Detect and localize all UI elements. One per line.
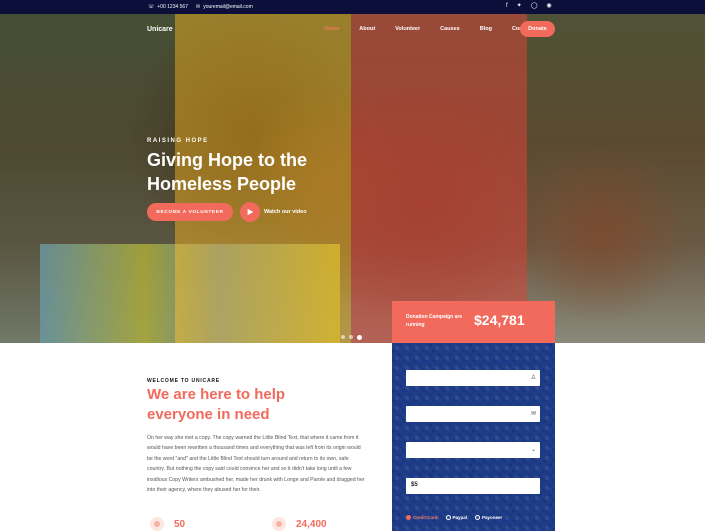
dribbble-icon[interactable]: ◉ <box>546 3 551 10</box>
play-video-button[interactable] <box>240 202 260 222</box>
payment-credit-card[interactable]: Credit Card <box>406 515 438 520</box>
nav-item-blog[interactable]: Blog <box>480 26 492 32</box>
slider-dot[interactable] <box>349 335 353 339</box>
watch-video-link[interactable]: Watch our video <box>264 209 307 215</box>
email-contact[interactable]: ✉ youremail@email.com <box>196 4 253 10</box>
play-icon <box>247 208 254 216</box>
main-nav: Unicare Home About Volunteer Causes Blog… <box>0 14 705 44</box>
become-volunteer-button[interactable]: BECOME A VOLUNTEER <box>147 203 233 221</box>
stat-number: 24,400 <box>296 518 327 530</box>
slider-dot[interactable] <box>341 335 345 339</box>
donation-campaign-banner: Donation Campaign are running $24,781 <box>392 301 555 343</box>
payment-credit-card-label: Credit Card <box>413 515 438 520</box>
payment-payoneer[interactable]: Payoneer <box>475 515 502 520</box>
hero-title: Giving Hope to the Homeless People <box>147 150 307 194</box>
brand-logo[interactable]: Unicare <box>147 26 173 33</box>
slider-dots <box>341 335 362 340</box>
payment-methods: Credit Card Paypal Payoneer <box>406 515 502 520</box>
amount-value: $5 <box>411 482 418 488</box>
mail-icon: ✉ <box>530 411 536 417</box>
hero-eyebrow: RAISING HOPE <box>147 138 209 144</box>
contact-info: ☏ +00 1234 567 ✉ youremail@email.com <box>148 4 253 10</box>
email-address: youremail@email.com <box>203 4 253 10</box>
payment-method-label: PAYMENT METHOD <box>14 504 61 509</box>
nav-item-causes[interactable]: Causes <box>440 26 460 32</box>
about-eyebrow: WELCOME TO UNICARE <box>147 378 220 384</box>
stat-counter: 50 <box>150 517 185 531</box>
twitter-icon[interactable]: ✦ <box>517 3 522 10</box>
stat-number: 50 <box>174 518 186 530</box>
facebook-icon[interactable]: f <box>506 3 508 10</box>
stat-counter: 24,400 <box>272 517 327 531</box>
top-bar: ☏ +00 1234 567 ✉ youremail@email.com f ✦… <box>0 0 705 14</box>
nav-menu: Home About Volunteer Causes Blog Contact <box>324 26 552 32</box>
campaign-amount: $24,781 <box>474 312 525 328</box>
chevron-down-icon: ⌄ <box>530 447 536 453</box>
radio-selected-icon <box>406 515 411 520</box>
causes-label: SELECT CAUSES <box>14 432 56 437</box>
about-paragraph: On her way she met a copy. The copy warn… <box>147 435 365 494</box>
nav-item-volunteer[interactable]: Volunteer <box>395 26 420 32</box>
stat-icon <box>150 517 164 531</box>
campaign-text: Donation Campaign are running <box>406 314 463 328</box>
user-icon: ♙ <box>530 375 536 381</box>
nav-item-home[interactable]: Home <box>324 26 339 32</box>
mail-icon: ✉ <box>196 4 201 10</box>
full-name-label: FULL NAME <box>14 360 43 365</box>
stat-icon <box>272 517 286 531</box>
radio-icon <box>445 515 451 520</box>
donate-button[interactable]: Donate <box>520 21 555 37</box>
social-links: f ✦ ◯ ◉ <box>506 3 552 10</box>
email-field[interactable]: ✉ <box>406 406 540 422</box>
slider-dot-active[interactable] <box>357 335 362 340</box>
instagram-icon[interactable]: ◯ <box>531 3 538 10</box>
phone-icon: ☏ <box>148 4 155 10</box>
payment-payoneer-label: Payoneer <box>482 515 503 520</box>
radio-icon <box>475 515 481 520</box>
about-title: We are here to help everyone in need <box>147 386 286 423</box>
phone-number: +00 1234 567 <box>157 4 188 10</box>
email-label: EMAIL ADDRESS <box>14 396 55 401</box>
payment-paypal-label: Paypal <box>452 515 468 520</box>
full-name-field[interactable]: ♙ <box>406 370 540 386</box>
phone-contact[interactable]: ☏ +00 1234 567 <box>148 4 188 10</box>
amount-field[interactable]: $5 <box>406 478 540 494</box>
payment-paypal[interactable]: Paypal <box>445 515 468 520</box>
nav-item-about[interactable]: About <box>359 26 375 32</box>
amount-label: AMOUNT <box>14 468 36 473</box>
hero-overlay-band-red <box>351 14 527 343</box>
causes-select[interactable]: ⌄ <box>406 442 540 458</box>
hero-banner <box>0 14 705 343</box>
